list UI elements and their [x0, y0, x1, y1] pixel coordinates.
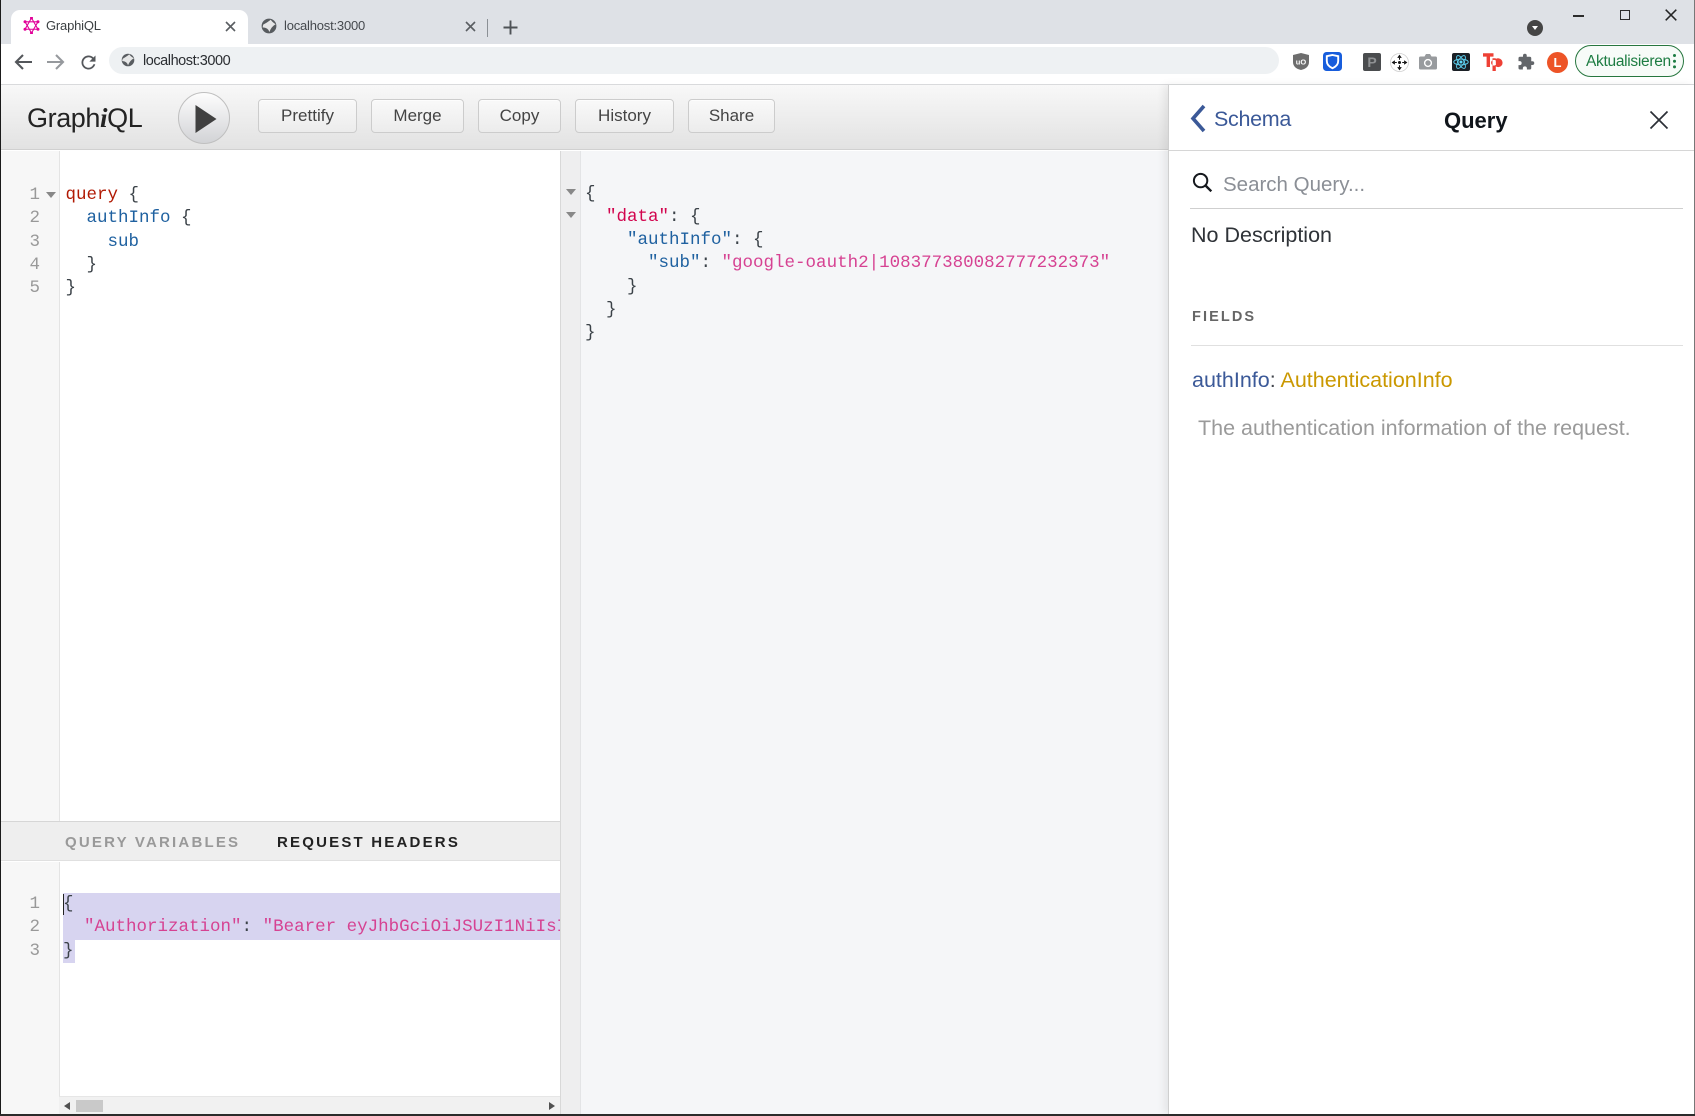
svg-text:uO: uO	[1296, 58, 1307, 67]
